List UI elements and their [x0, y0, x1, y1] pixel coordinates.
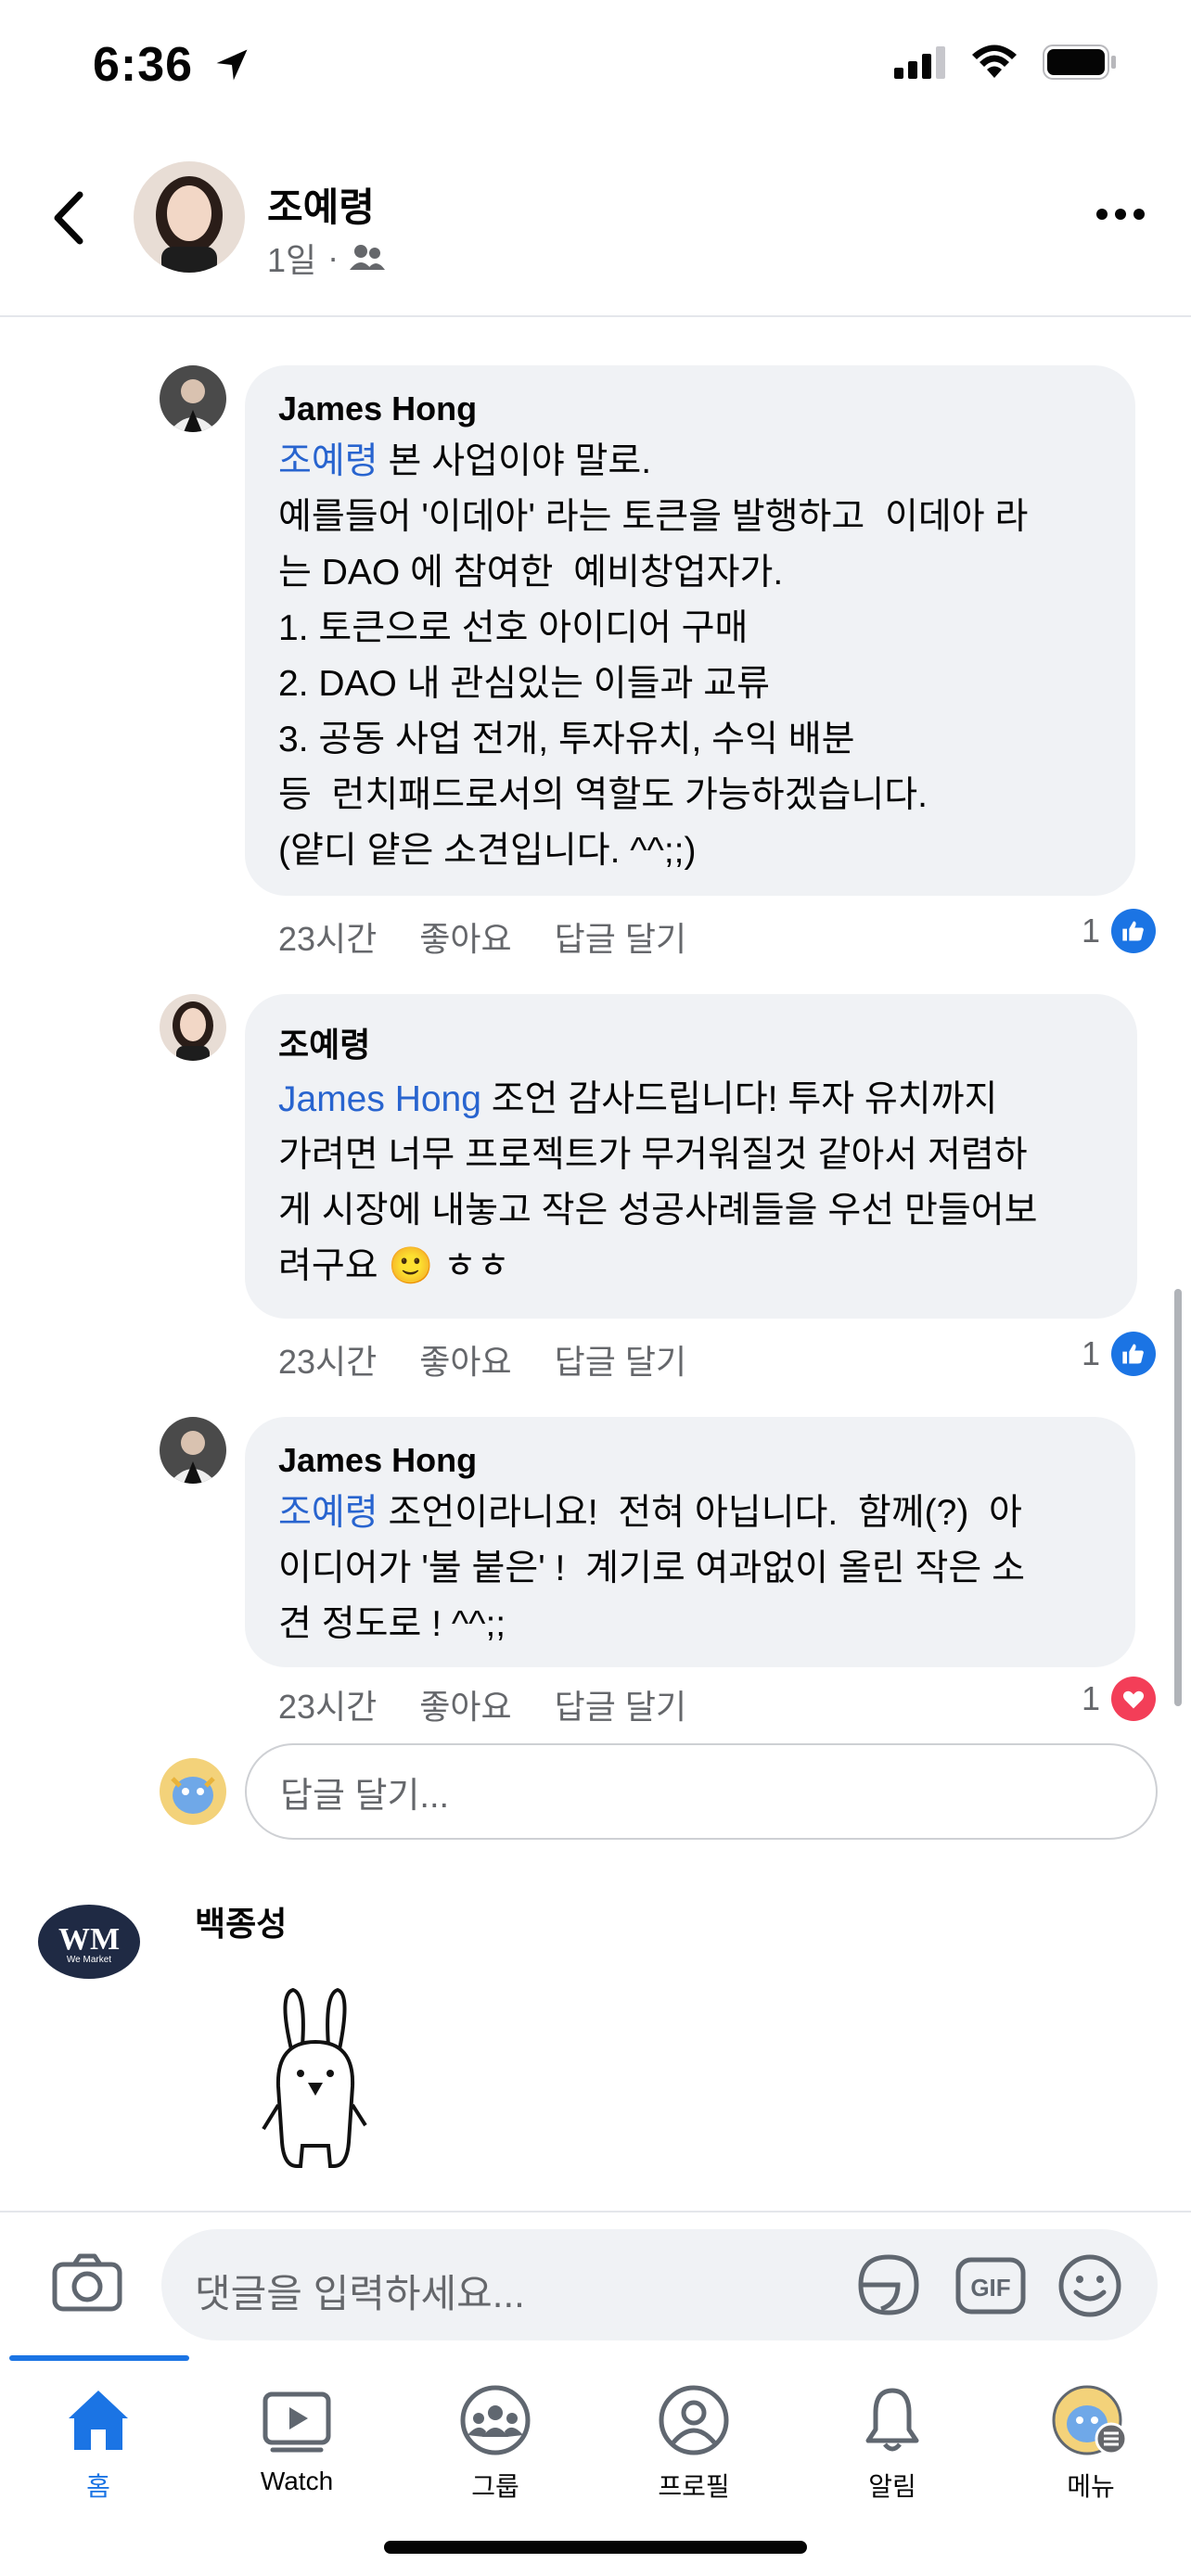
camera-icon: [52, 2253, 122, 2312]
comment-time[interactable]: 23시간: [278, 912, 377, 961]
reaction-summary[interactable]: 1: [1082, 1677, 1157, 1721]
tab-profile[interactable]: 프로필: [610, 2383, 777, 2504]
reaction-count: 1: [1082, 1334, 1101, 1372]
comment-avatar-jo-yeryeong[interactable]: [160, 994, 226, 1061]
comment-mention[interactable]: 조예령: [278, 441, 378, 481]
comment-avatar-james-hong[interactable]: [160, 365, 226, 432]
post-meta: 1일 ·: [267, 234, 386, 282]
battery-icon: [1043, 45, 1116, 80]
back-button[interactable]: [45, 185, 91, 250]
comment-avatar-we-market[interactable]: WM We Market: [37, 1903, 141, 1981]
svg-text:GIF: GIF: [970, 2274, 1010, 2302]
status-time: 6:36: [93, 38, 194, 92]
tab-label: 홈: [86, 2472, 110, 2501]
reaction-summary[interactable]: 1: [1082, 909, 1157, 953]
comment-time[interactable]: 23시간: [278, 1680, 377, 1728]
comment-bubble: James Hong 조예령 본 사업이야 말로. 예를들어 '이데아' 라는 …: [245, 365, 1135, 896]
reply-button[interactable]: 답글 달기: [555, 912, 686, 961]
tab-home[interactable]: 홈: [15, 2383, 182, 2504]
comment-actions: 23시간 좋아요 답글 달기: [278, 1680, 686, 1728]
status-icons: [894, 45, 1117, 80]
comment-mention[interactable]: James Hong: [278, 1079, 481, 1119]
reply-input[interactable]: 답글 달기...: [245, 1743, 1158, 1840]
location-arrow-icon: [211, 45, 252, 90]
wifi-icon: [972, 45, 1017, 78]
tab-groups[interactable]: 그룹: [412, 2383, 579, 2504]
post-age: 1일: [267, 241, 317, 279]
tab-label: 프로필: [658, 2472, 730, 2501]
tab-label: Watch: [260, 2467, 334, 2495]
chevron-left-icon: [54, 191, 83, 245]
gif-icon[interactable]: GIF: [955, 2257, 1026, 2319]
comment-author[interactable]: James Hong: [278, 1441, 1102, 1480]
post-author-avatar[interactable]: [134, 161, 245, 273]
comment-input[interactable]: 댓글을 입력하세요...: [195, 2263, 525, 2319]
watch-icon: [263, 2391, 331, 2453]
rabbit-sticker[interactable]: [260, 1984, 371, 2184]
tab-menu[interactable]: 메뉴: [1007, 2383, 1174, 2504]
friends-icon: [350, 245, 386, 270]
bell-icon: [865, 2388, 919, 2452]
comment-text: James Hong 조언 감사드립니다! 투자 유치까지 가려면 너무 프로젝…: [278, 1079, 1038, 1286]
comment-bubble: James Hong 조예령 조언이라니요! 전혀 아닙니다. 함께(?) 아 …: [245, 1417, 1135, 1667]
profile-icon: [659, 2385, 729, 2455]
comment-author[interactable]: James Hong: [278, 389, 1102, 428]
comment-author[interactable]: 백종성: [195, 1897, 287, 1945]
more-options-button[interactable]: [1096, 209, 1145, 220]
comment-bubble: 조예령 James Hong 조언 감사드립니다! 투자 유치까지 가려면 너무…: [245, 994, 1137, 1319]
love-reaction-icon: [1111, 1677, 1157, 1721]
like-reaction-icon: [1111, 1332, 1157, 1376]
current-user-avatar[interactable]: [160, 1758, 226, 1825]
like-button[interactable]: 좋아요: [419, 1680, 511, 1728]
composer-divider: [0, 2211, 1191, 2213]
tab-label: 메뉴: [1067, 2472, 1115, 2501]
reply-button[interactable]: 답글 달기: [555, 1680, 686, 1728]
comment-time[interactable]: 23시간: [278, 1335, 377, 1384]
comment-actions: 23시간 좋아요 답글 달기: [278, 1335, 686, 1384]
post-author-name[interactable]: 조예령: [267, 176, 375, 233]
comment-actions: 23시간 좋아요 답글 달기: [278, 912, 686, 961]
reaction-count: 1: [1082, 912, 1101, 950]
scrollbar[interactable]: [1174, 1289, 1182, 1706]
reply-button[interactable]: 답글 달기: [555, 1335, 686, 1384]
like-button[interactable]: 좋아요: [419, 1335, 511, 1384]
signal-icon: [894, 46, 945, 79]
comment-text: 조예령 조언이라니요! 전혀 아닙니다. 함께(?) 아 이디어가 '불 붙은'…: [278, 1493, 1025, 1644]
svg-text:WM: WM: [58, 1922, 120, 1957]
comment-mention[interactable]: 조예령: [278, 1493, 378, 1533]
reaction-summary[interactable]: 1: [1082, 1332, 1157, 1376]
groups-icon: [460, 2385, 531, 2455]
reaction-count: 1: [1082, 1679, 1101, 1717]
tab-notifications[interactable]: 알림: [809, 2383, 976, 2504]
like-button[interactable]: 좋아요: [419, 912, 511, 961]
comment-avatar-james-hong[interactable]: [160, 1417, 226, 1484]
emoji-icon[interactable]: [1057, 2253, 1122, 2323]
tab-label: 그룹: [471, 2472, 519, 2501]
comment-author[interactable]: 조예령: [278, 1018, 1104, 1066]
we-market-logo-text: We Market: [67, 1955, 111, 1965]
more-dot-icon: [1096, 209, 1108, 220]
like-reaction-icon: [1111, 909, 1157, 953]
active-tab-indicator: [9, 2355, 189, 2361]
home-icon: [69, 2391, 128, 2450]
comment-text: 조예령 본 사업이야 말로. 예를들어 '이데아' 라는 토큰을 발행하고 이데…: [278, 441, 1029, 871]
camera-button[interactable]: [52, 2253, 122, 2317]
tab-label: 알림: [868, 2472, 916, 2501]
sticker-icon[interactable]: [853, 2251, 924, 2323]
home-indicator: [384, 2541, 807, 2554]
tab-watch[interactable]: Watch: [213, 2383, 380, 2496]
menu-avatar-icon: [1052, 2385, 1128, 2455]
